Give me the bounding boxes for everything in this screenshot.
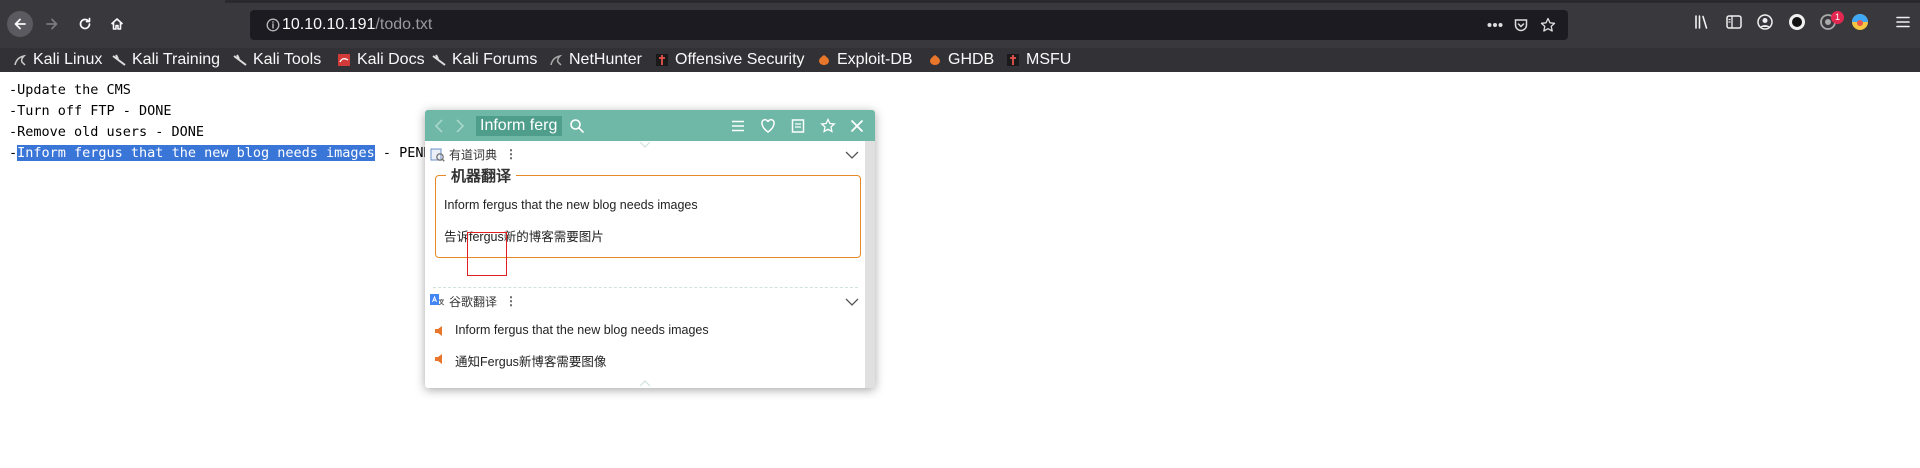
popup-close-icon[interactable]: [849, 118, 865, 134]
todo-line: -Inform fergus that the new blog needs i…: [9, 145, 432, 161]
site-info-icon[interactable]: [266, 18, 280, 32]
browser-toolbar: 10.10.10.191/todo.txt 1: [0, 0, 1920, 48]
bookmark-label: Kali Training: [132, 51, 221, 68]
youdao-collapse-icon[interactable]: [845, 151, 859, 160]
bookmark-kali-forums[interactable]: Kali Forums: [432, 49, 537, 71]
collapse-bottom-icon[interactable]: [639, 379, 651, 387]
google-translate-icon: [430, 293, 445, 305]
kali-training-icon: [112, 54, 126, 66]
bookmark-label: Kali Forums: [452, 51, 538, 68]
bookmark-label: Exploit-DB: [837, 51, 913, 68]
back-button[interactable]: [7, 11, 33, 37]
kali-dragon-icon: [14, 54, 27, 66]
collapse-top-icon[interactable]: [639, 141, 651, 149]
bookmark-label: Kali Tools: [253, 51, 322, 68]
msfu-icon: [1007, 54, 1019, 66]
translate-extension-icon[interactable]: [1851, 13, 1869, 31]
kali-tools-icon: [233, 54, 247, 66]
page-actions-icon[interactable]: [1487, 22, 1503, 28]
popup-pin-icon[interactable]: [820, 118, 836, 134]
bookmark-kali-training[interactable]: Kali Training: [112, 49, 220, 71]
reload-button[interactable]: [72, 11, 98, 37]
popup-search-input[interactable]: Inform ferg: [476, 116, 562, 136]
home-button[interactable]: [104, 11, 130, 37]
app-menu-icon[interactable]: [1894, 13, 1912, 31]
forward-arrow-icon: [46, 18, 58, 30]
exploit-db-icon: [819, 55, 829, 65]
tab-strip: [225, 0, 1920, 3]
bookmark-label: NetHunter: [569, 51, 642, 68]
address-bar[interactable]: 10.10.10.191/todo.txt: [250, 10, 1568, 40]
selected-text[interactable]: Inform fergus that the new blog needs im…: [17, 145, 375, 161]
youdao-more-icon[interactable]: ⋮: [505, 147, 517, 161]
google-source-text: Inform fergus that the new blog needs im…: [455, 323, 709, 337]
kali-forums-icon: [432, 54, 446, 66]
speaker-icon[interactable]: [434, 325, 446, 337]
bookmark-kali-docs[interactable]: Kali Docs: [337, 49, 425, 71]
bookmark-nethunter[interactable]: NetHunter: [549, 49, 642, 71]
home-icon: [110, 18, 124, 30]
bookmark-label: Kali Linux: [33, 51, 103, 68]
url-host: 10.10.10.191: [282, 16, 376, 33]
youdao-source-text: Inform fergus that the new blog needs im…: [444, 198, 698, 212]
bookmarks-toolbar: Kali Linux Kali Training Kali Tools Kali…: [0, 48, 1920, 72]
bookmark-label: GHDB: [948, 51, 995, 68]
youdao-header[interactable]: 有道词典 ⋮: [430, 144, 517, 164]
url-text[interactable]: 10.10.10.191/todo.txt: [282, 16, 432, 34]
popup-search-icon[interactable]: [569, 118, 585, 134]
google-collapse-icon[interactable]: [845, 298, 859, 307]
bookmark-ghdb[interactable]: GHDB: [928, 49, 994, 71]
bookmark-msfu[interactable]: MSFU: [1006, 49, 1071, 71]
google-more-icon[interactable]: ⋮: [505, 294, 517, 308]
popup-wordbook-icon[interactable]: [790, 118, 806, 134]
google-translation-text: 通知Fergus新博客需要图像: [455, 355, 607, 369]
youdao-title: 有道词典: [449, 147, 498, 162]
google-title: 谷歌翻译: [449, 294, 498, 309]
library-icon[interactable]: [1693, 13, 1711, 31]
section-divider: [433, 287, 858, 288]
popup-favorite-icon[interactable]: [760, 118, 776, 134]
back-arrow-icon: [14, 18, 26, 30]
todo-line: -Remove old users - DONE: [9, 124, 205, 140]
forward-button[interactable]: [39, 11, 65, 37]
machine-translation-title: 机器翻译: [446, 165, 517, 186]
bookmark-kali-tools[interactable]: Kali Tools: [233, 49, 321, 71]
extension-circle-icon[interactable]: [1788, 13, 1806, 31]
speaker-icon[interactable]: [434, 353, 446, 365]
todo-line: -Turn off FTP - DONE: [9, 103, 172, 119]
popup-back-icon[interactable]: [433, 118, 445, 134]
notification-badge: 1: [1831, 11, 1844, 24]
bookmark-label: Offensive Security: [675, 51, 805, 68]
popup-header: Inform ferg: [425, 110, 875, 141]
ghdb-icon: [930, 55, 940, 65]
popup-forward-icon[interactable]: [454, 118, 466, 134]
sidebar-icon[interactable]: [1725, 13, 1743, 31]
offsec-icon: [656, 54, 668, 66]
todo-line-suffix: - PEND: [374, 145, 432, 161]
nethunter-icon: [550, 54, 563, 66]
url-path: /todo.txt: [375, 16, 433, 33]
pocket-icon[interactable]: [1513, 17, 1529, 33]
bookmark-exploit-db[interactable]: Exploit-DB: [817, 49, 913, 71]
google-header[interactable]: 谷歌翻译 ⋮: [430, 291, 517, 311]
popup-menu-icon[interactable]: [730, 118, 746, 134]
highlight-annotation-box: [467, 232, 507, 276]
kali-docs-icon: [338, 54, 350, 66]
bookmark-offensive-security[interactable]: Offensive Security: [655, 49, 805, 71]
bookmark-kali-linux[interactable]: Kali Linux: [13, 49, 102, 71]
bookmark-label: MSFU: [1026, 51, 1072, 68]
bookmark-label: Kali Docs: [357, 51, 425, 68]
bookmark-star-icon[interactable]: [1540, 17, 1556, 33]
youdao-icon: [430, 148, 445, 162]
popup-scrollbar[interactable]: [865, 141, 875, 388]
todo-line-prefix: -: [9, 145, 18, 161]
account-icon[interactable]: [1756, 13, 1774, 31]
reload-icon: [79, 17, 91, 30]
todo-line: -Update the CMS: [9, 82, 131, 98]
